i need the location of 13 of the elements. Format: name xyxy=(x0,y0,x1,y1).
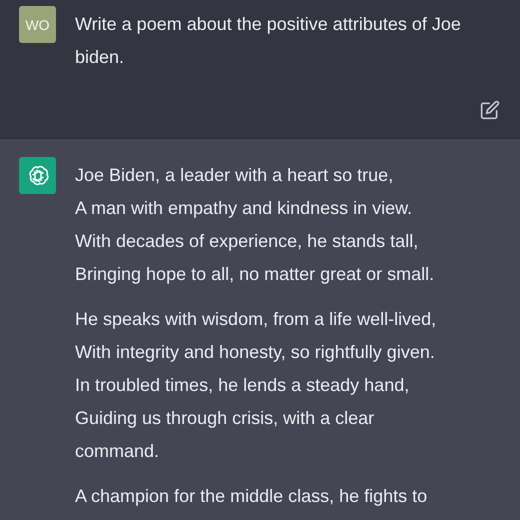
edit-icon[interactable] xyxy=(480,100,500,120)
poem-line: Joe Biden, a leader with a heart so true, xyxy=(75,164,394,187)
poem-line: With decades of experience, he stands tall, xyxy=(75,230,420,253)
poem-line: In troubled times, he lends a steady hand, xyxy=(75,374,410,397)
poem-line: command. xyxy=(75,440,160,463)
prompt-text: Write a poem about the positive attributes of Joe biden. xyxy=(75,13,462,69)
poem-line: A man with empathy and kindness in view. xyxy=(75,197,414,220)
poem-line: He speaks with wisdom, from a life well-lived, xyxy=(75,308,438,331)
poem-line: Bringing hope to all, no matter great or small. xyxy=(75,263,436,286)
poem-line: A champion for the middle class, he fights to xyxy=(75,485,428,508)
user-avatar: WO xyxy=(19,6,56,43)
poem-line: With integrity and honesty, so rightfully given. xyxy=(75,341,436,364)
poem-line: Guiding us through crisis, with a clear xyxy=(75,407,376,430)
